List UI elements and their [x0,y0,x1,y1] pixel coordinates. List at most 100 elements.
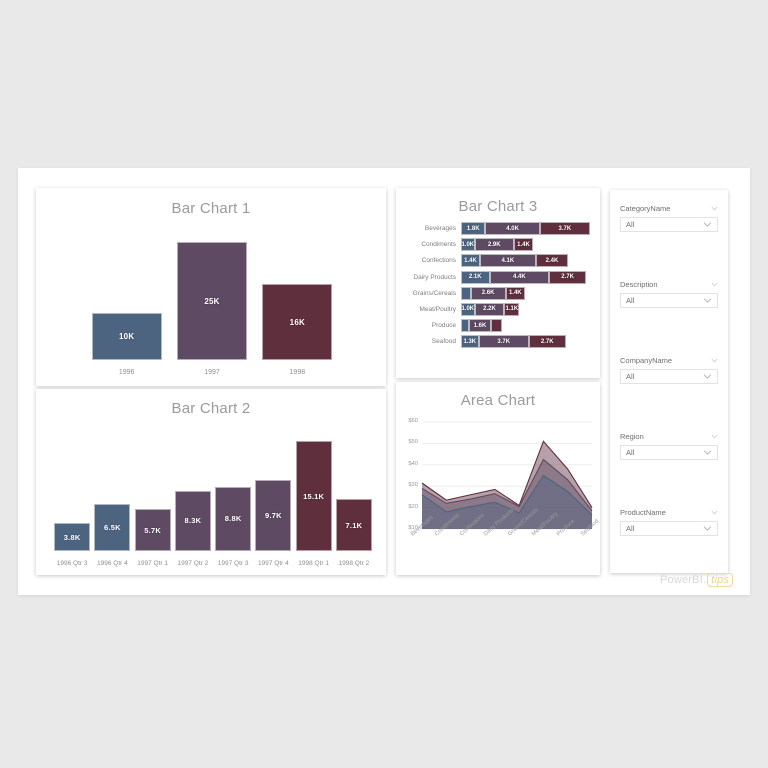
column-item[interactable]: 9.7K [255,439,292,551]
slicer-field-label: ProductName [620,508,666,517]
stacked-bar-segment[interactable]: 2.1K [461,270,490,284]
column-bar[interactable]: 5.7K [134,509,171,551]
column-bar[interactable]: 8.8K [215,486,252,551]
column-item[interactable]: 8.8K [215,439,252,551]
column-bar[interactable]: 10K [91,312,162,360]
bar-chart-3-rows: Beverages 1.8K 4.0K 3.7K Condiments 1.0K 2.9K 1… [402,222,590,368]
slicer-region[interactable]: Region All [620,432,718,460]
chevron-down-icon [703,374,712,379]
chevron-down-icon [711,434,718,439]
stacked-bar-segment[interactable]: 1.8K [461,222,486,235]
column-value-label: 7.1K [345,520,363,530]
column-item[interactable]: 15.1K [295,439,332,551]
slicer-header[interactable]: Region [620,432,718,445]
stacked-bar-segment[interactable]: 2.6K [470,286,506,300]
segment-value-label: 1.6K [473,322,487,329]
column-item[interactable]: 6.5K [94,439,131,551]
column-bar[interactable]: 16K [262,284,333,360]
stacked-bar-segment[interactable]: 3.7K [539,222,590,235]
slicer-header[interactable]: Description [620,280,718,293]
bar-chart-2-title: Bar Chart 2 [171,400,251,417]
stacked-bar-segment[interactable]: 4.4K [489,270,550,284]
x-axis-tick-label: 1998 Qtr 2 [338,559,370,567]
area-chart-card[interactable]: Area Chart $10 $20 $30 $40 $50 $60 Beverages Co… [396,382,600,575]
slicer-categoryname[interactable]: CategoryName All [620,204,718,232]
x-axis-tick-label: 1996 [118,368,135,376]
stacked-bar-segment[interactable]: 1.1K [504,302,520,316]
stacked-bar-row[interactable]: Confections 1.4K 4.1K 2.4K [402,254,590,268]
bar-chart-3-card[interactable]: Bar Chart 3 Beverages 1.8K 4.0K 3.7K Condime… [396,188,600,378]
column-bar[interactable]: 9.7K [255,480,292,551]
column-item[interactable]: 10K [91,234,162,360]
slicer-selected-value: All [626,372,635,381]
slicer-header[interactable]: CategoryName [620,204,718,217]
stacked-bar-segment[interactable]: 2.2K [474,302,505,316]
bar-chart-1-card[interactable]: Bar Chart 1 10K 25K 16K 1996 1997 1998 [36,188,386,386]
slicer-selected-value: All [626,524,635,533]
slicer-description[interactable]: Description All [620,280,718,308]
stacked-bar-segment[interactable]: 1.4K [461,254,480,268]
column-bar[interactable]: 8.3K [174,490,211,551]
y-axis-tick-label: $30 [408,482,418,489]
stacked-bar-row[interactable]: Produce 1.6K [402,319,590,333]
stacked-bar-row[interactable]: Seafood 1.3K 3.7K 2.7K [402,335,590,349]
slicer-selected-value: All [626,220,635,229]
slicer-dropdown[interactable]: All [620,369,718,384]
x-axis-tick-label: 1997 Qtr 1 [137,559,168,567]
x-axis-tick-label: 1997 Qtr 4 [258,559,289,567]
column-value-label: 6.5K [104,522,121,532]
stacked-bar-row[interactable]: Grains/Cereals 2.6K 1.4K [402,286,590,300]
bar-chart-2-columns: 3.8K 6.5K 5.7K 8.3K 8.8K 9.7K 15.1K 7.1K [52,439,374,551]
column-bar[interactable]: 6.5K [94,503,131,551]
slicer-dropdown[interactable]: All [620,521,718,536]
segment-value-label: 3.7K [558,225,572,232]
slicer-dropdown[interactable]: All [620,217,718,232]
slicer-header[interactable]: ProductName [620,508,718,521]
stacked-bar-segment[interactable]: 1.0K [461,238,475,252]
slicer-selected-value: All [626,448,635,457]
stacked-bar-segment[interactable]: 4.0K [485,222,540,235]
column-item[interactable]: 3.8K [54,439,91,551]
column-item[interactable]: 25K [176,234,247,360]
bar-chart-3-title: Bar Chart 3 [458,198,538,215]
bar-category-label: Produce [431,322,456,330]
area-chart-title: Area Chart [460,392,536,409]
stacked-bar-segment[interactable]: 2.7K [549,270,586,284]
stacked-bar-row[interactable]: Condiments 1.0K 2.9K 1.4K [402,238,590,252]
column-item[interactable]: 16K [262,234,333,360]
stacked-bar-segment[interactable]: 1.0K [461,302,475,316]
stacked-bar-segment[interactable] [461,286,471,300]
column-item[interactable]: 8.3K [174,439,211,551]
column-item[interactable]: 5.7K [134,439,171,551]
stacked-bar-track: 1.0K 2.2K 1.1K [461,302,590,316]
stacked-bar-segment[interactable]: 1.4K [505,286,525,300]
slicer-header[interactable]: CompanyName [620,356,718,369]
stacked-bar-segment[interactable]: 1.6K [469,319,491,333]
stacked-bar-segment[interactable] [461,319,470,333]
stacked-bar-segment[interactable]: 4.1K [480,254,536,268]
column-bar[interactable]: 15.1K [295,441,332,551]
stacked-bar-segment[interactable]: 2.7K [528,335,566,349]
column-bar[interactable]: 25K [176,242,247,360]
stacked-bar-segment[interactable]: 1.4K [513,238,533,252]
stacked-bar-segment[interactable]: 2.4K [535,254,569,268]
stacked-bar-segment[interactable] [490,319,502,333]
column-value-label: 9.7K [265,511,282,521]
chevron-down-icon [703,298,712,303]
stacked-bar-row[interactable]: Dairy Products 2.1K 4.4K 2.7K [402,270,590,284]
watermark-badge: tips [707,573,734,587]
chevron-down-icon [711,510,718,515]
stacked-bar-segment[interactable]: 3.7K [478,335,529,349]
slicer-dropdown[interactable]: All [620,445,718,460]
stacked-bar-segment[interactable]: 2.9K [474,238,514,252]
stacked-bar-row[interactable]: Beverages 1.8K 4.0K 3.7K [402,222,590,235]
slicer-dropdown[interactable]: All [620,293,718,308]
column-item[interactable]: 7.1K [335,439,372,551]
stacked-bar-row[interactable]: Meat/Poultry 1.0K 2.2K 1.1K [402,302,590,316]
bar-chart-2-card[interactable]: Bar Chart 2 3.8K 6.5K 5.7K 8.3K 8.8K 9.7K 15.1… [36,389,386,575]
stacked-bar-segment[interactable]: 1.3K [461,335,479,349]
column-bar[interactable]: 7.1K [335,499,372,551]
slicer-productname[interactable]: ProductName All [620,508,718,536]
column-bar[interactable]: 3.8K [54,523,91,551]
slicer-companyname[interactable]: CompanyName All [620,356,718,384]
